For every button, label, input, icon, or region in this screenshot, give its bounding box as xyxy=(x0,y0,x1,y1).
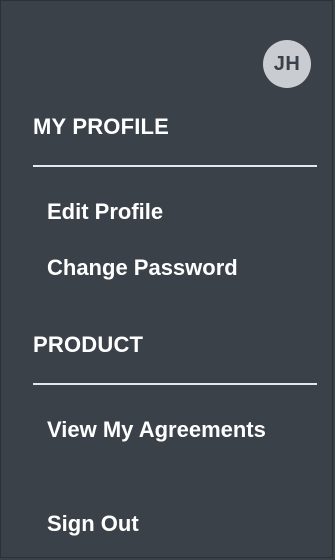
menu-item-change-password[interactable]: Change Password xyxy=(47,255,238,281)
menu-item-edit-profile[interactable]: Edit Profile xyxy=(47,199,163,225)
sign-out-link[interactable]: Sign Out xyxy=(47,511,139,537)
section-divider-my-profile xyxy=(33,165,317,167)
menu-item-view-my-agreements[interactable]: View My Agreements xyxy=(47,417,266,443)
section-title-product: PRODUCT xyxy=(33,332,144,357)
user-avatar[interactable]: JH xyxy=(263,40,311,88)
avatar-initials: JH xyxy=(273,52,301,75)
user-menu-panel: JH MY PROFILE Edit Profile Change Passwo… xyxy=(0,0,333,558)
section-title-my-profile: MY PROFILE xyxy=(33,114,170,139)
section-divider-product xyxy=(33,383,317,385)
